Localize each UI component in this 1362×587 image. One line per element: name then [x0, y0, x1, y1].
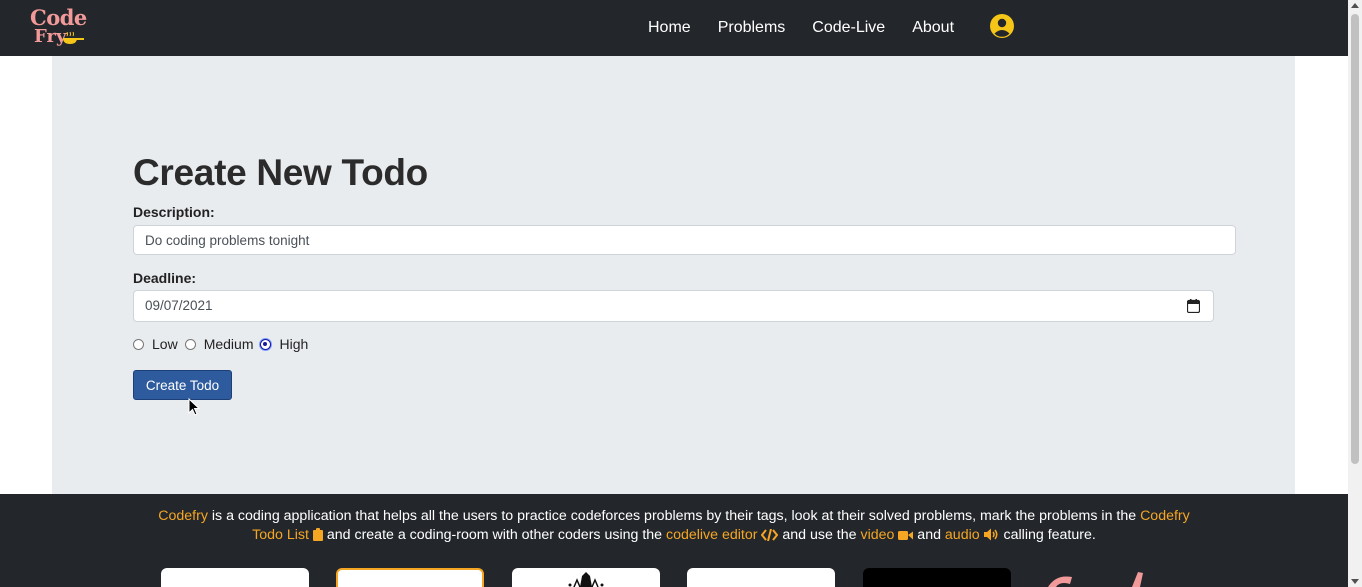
partner-logo-6-icon[interactable]	[1044, 572, 1154, 587]
create-todo-panel: Create New Todo Description: Deadline: 0…	[52, 56, 1295, 494]
clipboard-icon	[312, 528, 323, 541]
mouse-pointer-icon	[188, 398, 200, 416]
footer-video-link[interactable]: video	[860, 527, 894, 543]
partner-card-4[interactable]	[687, 568, 835, 587]
user-circle-icon[interactable]	[990, 14, 1014, 38]
nav-codelive-link[interactable]: Code-Live	[812, 19, 885, 37]
deadline-value: 09/07/2021	[145, 298, 213, 313]
priority-radio-group: Low Medium High	[133, 335, 315, 353]
code-icon	[761, 529, 779, 541]
volume-icon	[983, 528, 998, 541]
video-camera-icon	[898, 531, 914, 540]
footer-audio-link[interactable]: audio	[945, 527, 980, 543]
partner-card-1[interactable]	[161, 568, 309, 587]
partner-card-2[interactable]	[336, 568, 484, 587]
footer-text-2: and create a coding-room with other code…	[322, 527, 666, 543]
navbar: Code Fry Home Problems Code-Live About	[0, 0, 1348, 56]
page-title: Create New Todo	[133, 152, 428, 193]
footer-brand-link[interactable]: Codefry	[158, 508, 208, 524]
description-input[interactable]	[133, 225, 1236, 255]
description-label: Description:	[133, 204, 215, 220]
footer-text-5: calling feature.	[999, 527, 1096, 543]
nav-home-link[interactable]: Home	[648, 19, 691, 37]
priority-medium-label[interactable]: Medium	[204, 336, 254, 352]
deadline-label: Deadline:	[133, 270, 197, 286]
nav-problems-link[interactable]: Problems	[718, 19, 786, 37]
priority-medium-radio[interactable]	[184, 338, 196, 350]
partner-logo-crown-icon	[568, 572, 604, 587]
footer-text-1: is a coding application that helps all t…	[207, 508, 1141, 524]
codefry-logo[interactable]: Code Fry	[28, 6, 88, 50]
footer-editor-link[interactable]: codelive editor	[666, 527, 758, 543]
priority-high-label[interactable]: High	[279, 336, 308, 352]
priority-low-radio[interactable]	[133, 338, 144, 350]
nav-about-link[interactable]: About	[912, 19, 954, 37]
priority-high-radio[interactable]	[260, 338, 272, 350]
footer: Codefry is a coding application that hel…	[0, 494, 1348, 587]
scroll-down-arrow-icon[interactable]	[1351, 579, 1359, 584]
nav-links: Home Problems Code-Live About	[648, 0, 981, 56]
priority-low-label[interactable]: Low	[152, 336, 178, 352]
page-scrollbar[interactable]	[1348, 0, 1362, 587]
deadline-date-input[interactable]: 09/07/2021	[133, 290, 1214, 322]
frying-pan-icon	[63, 32, 84, 44]
create-todo-button[interactable]: Create Todo	[133, 370, 232, 400]
footer-text-4: and	[913, 527, 945, 543]
partner-card-3[interactable]	[512, 568, 660, 587]
calendar-icon[interactable]	[1187, 299, 1200, 313]
partner-card-5[interactable]	[863, 568, 1011, 587]
scroll-up-arrow-icon[interactable]	[1351, 3, 1359, 8]
footer-text-3: and use the	[778, 527, 861, 543]
footer-description: Codefry is a coding application that hel…	[150, 507, 1198, 545]
scrollbar-thumb[interactable]	[1351, 14, 1359, 464]
